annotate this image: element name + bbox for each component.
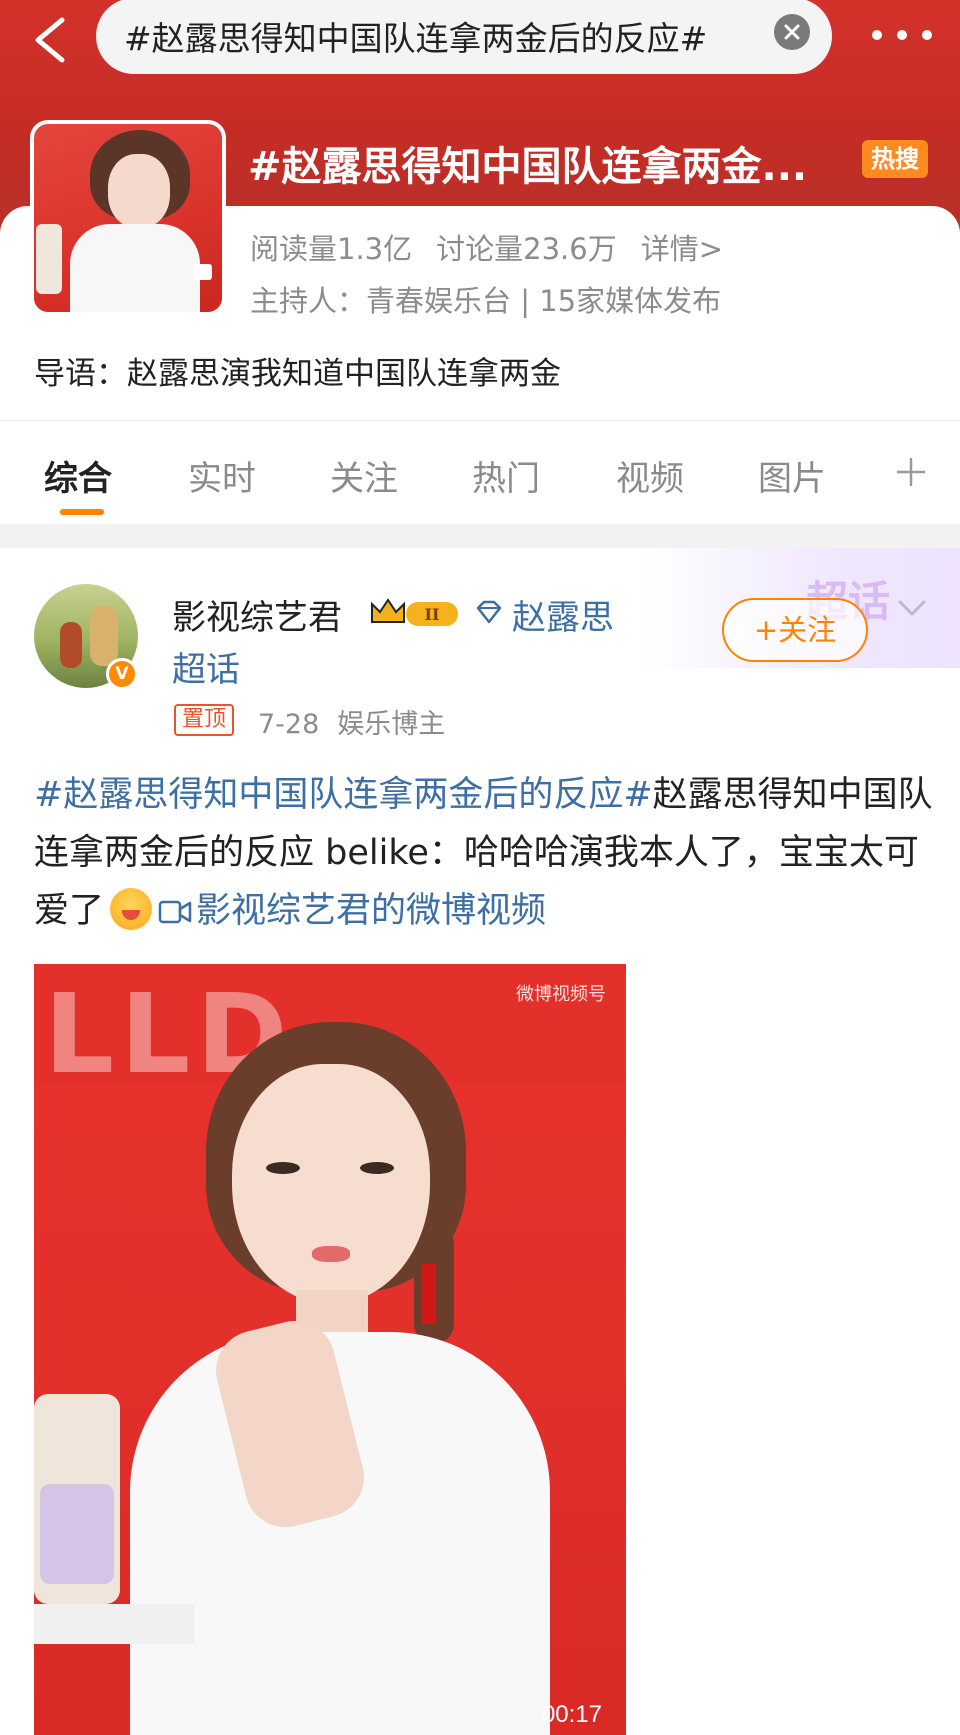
super-topic-link-suffix[interactable]: 超话 (172, 642, 240, 691)
topic-stats: 阅读量1.3亿 讨论量23.6万 详情> (250, 226, 747, 268)
more-dot-icon (872, 30, 882, 40)
avatar-figure (90, 606, 118, 666)
video-duration: 00:17 (541, 1701, 602, 1728)
video-face (232, 1064, 430, 1304)
topic-thumbnail[interactable] (30, 120, 226, 316)
video-camera-icon (158, 900, 192, 924)
weibo-post[interactable]: 超话 V 影视综艺君 II 赵露思 超话 +关注 置顶 7-28娱乐博主 #赵露… (0, 548, 960, 1735)
avatar-figure (60, 622, 82, 668)
verified-badge-icon: V (106, 658, 138, 690)
thumbs-up-icon (194, 264, 212, 280)
video-watermark: 微博视频号 (516, 984, 606, 1005)
video-bottle-label (40, 1484, 114, 1584)
more-options-button[interactable] (872, 20, 932, 50)
topic-intro: 导语：赵露思演我知道中国队连拿两金 (34, 356, 561, 392)
chevron-down-icon[interactable] (894, 590, 930, 626)
tab-images[interactable]: 图片 (758, 451, 826, 500)
discussion-count: 讨论量23.6万 (436, 232, 617, 266)
back-button[interactable] (22, 8, 82, 72)
author-role: 娱乐博主 (337, 709, 446, 740)
video-player[interactable]: LLD 微博视频号 00:17 (34, 964, 626, 1735)
tab-comprehensive[interactable]: 综合 (44, 451, 112, 500)
section-divider (0, 524, 960, 548)
read-count: 阅读量1.3亿 (250, 232, 413, 266)
post-date: 7-28 (258, 709, 320, 740)
active-tab-indicator (60, 509, 104, 515)
laughing-emoji-icon (110, 888, 153, 930)
video-eye (266, 1162, 300, 1174)
clear-search-button[interactable] (774, 14, 810, 50)
plus-icon[interactable] (894, 455, 928, 489)
topic-title: #赵露思得知中国队连拿两金... (248, 144, 808, 190)
thumb-shirt (70, 224, 200, 312)
video-ribbon (422, 1264, 436, 1324)
thumb-face (108, 154, 170, 228)
tab-following[interactable]: 关注 (330, 451, 398, 500)
member-crown-icon: II (371, 598, 458, 626)
follow-button[interactable]: +关注 (722, 598, 868, 662)
thumb-bottle (36, 224, 62, 294)
more-dot-icon (922, 30, 932, 40)
video-eye (360, 1162, 394, 1174)
hashtag-link[interactable]: #赵露思得知中国队连拿两金后的反应# (34, 775, 653, 815)
chevron-left-icon (35, 17, 65, 63)
topic-host[interactable]: 主持人：青春娱乐台 | 15家媒体发布 (250, 278, 721, 320)
tab-video[interactable]: 视频 (616, 451, 684, 500)
more-dot-icon (897, 30, 907, 40)
video-shelf (34, 1604, 194, 1644)
super-topic-diamond-icon (476, 600, 502, 624)
video-lips (312, 1246, 350, 1262)
close-icon (784, 24, 800, 40)
post-meta: 7-28 娱乐博主 (258, 702, 463, 741)
pinned-badge: 置顶 (174, 704, 235, 736)
feed-tabs: 综合 实时 关注 热门 视频 图片 (0, 420, 960, 524)
tab-realtime[interactable]: 实时 (188, 451, 256, 500)
super-topic-link[interactable]: 赵露思 (512, 590, 614, 639)
post-body[interactable]: #赵露思得知中国队连拿两金后的反应#赵露思得知中国队连拿两金后的反应 belik… (34, 766, 934, 940)
search-query: #赵露思得知中国队连拿两金后的反应# (124, 19, 708, 58)
video-link-text: 影视综艺君的微博视频 (196, 891, 547, 931)
video-link[interactable]: 影视综艺君的微博视频 (158, 891, 546, 931)
hot-search-badge: 热搜 (862, 140, 928, 178)
search-input[interactable]: #赵露思得知中国队连拿两金后的反应# (96, 0, 832, 74)
tab-hot[interactable]: 热门 (472, 451, 540, 500)
author-name[interactable]: 影视综艺君 (172, 590, 342, 639)
level-badge-text: II (425, 605, 440, 624)
details-link[interactable]: 详情> (641, 232, 723, 266)
